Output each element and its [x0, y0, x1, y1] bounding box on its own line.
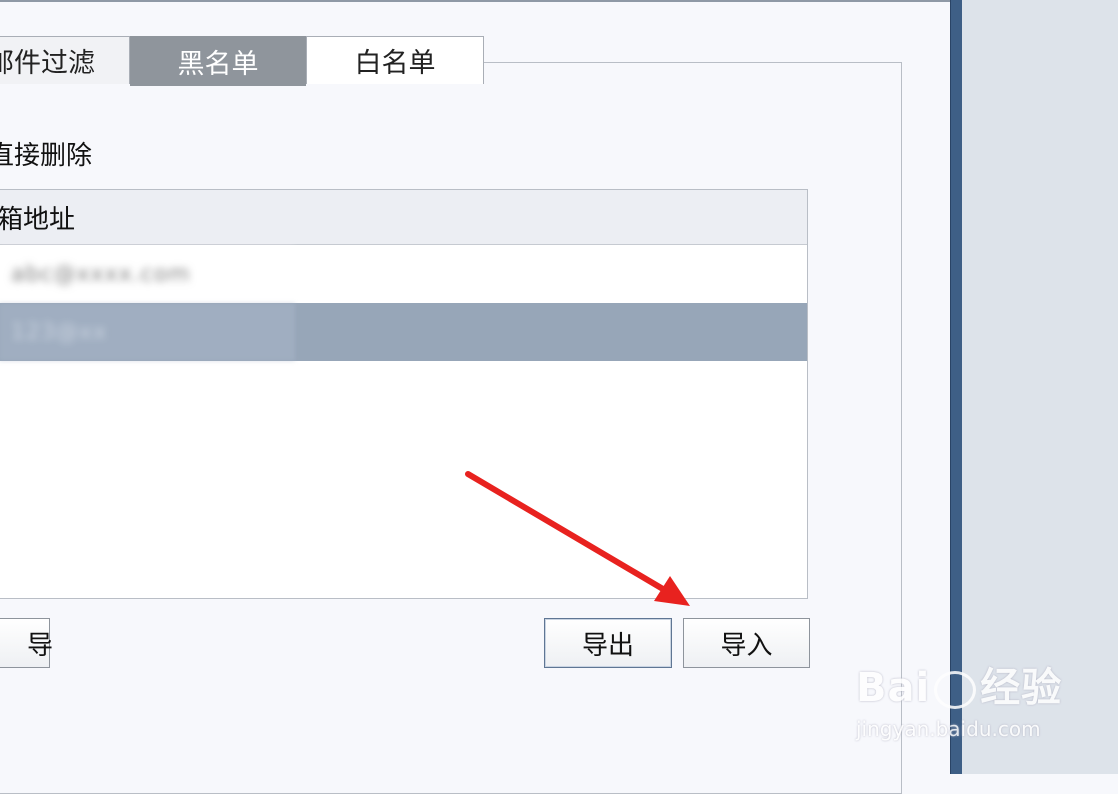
tab-blacklist-label: 黑名单	[177, 49, 259, 80]
export-button[interactable]: 导出	[544, 618, 672, 668]
tab-whitelist-label: 白名单	[354, 48, 436, 79]
tab-whitelist[interactable]: 白名单	[306, 36, 484, 84]
tab-blacklist[interactable]: 黑名单	[130, 36, 306, 86]
top-border	[0, 0, 952, 2]
import-button-label: 导入	[720, 630, 773, 661]
import-button[interactable]: 导入	[683, 618, 810, 668]
baidu-watermark: Bai 经验 jingyan.baidu.com	[856, 655, 1062, 741]
list-item[interactable]: abc@xxxx.com	[0, 245, 807, 303]
watermark-brand-text: Bai	[856, 665, 931, 711]
partial-left-button-label: 导	[26, 630, 53, 661]
tab-mail-filter[interactable]: 邮件过滤	[0, 36, 130, 84]
watermark-brand-suffix: 经验	[980, 665, 1063, 711]
watermark-url: jingyan.baidu.com	[856, 717, 1041, 741]
list-item-selected[interactable]: 123@xx	[0, 303, 807, 361]
email-list[interactable]: 邮箱地址 abc@xxxx.com 123@xx	[0, 189, 808, 599]
redaction-blur	[0, 303, 295, 361]
partial-left-button[interactable]: 导	[0, 618, 53, 668]
watermark-du-icon	[934, 671, 977, 709]
column-header-email: 邮箱地址	[0, 204, 76, 235]
list-header: 邮箱地址	[0, 190, 807, 245]
watermark-brand: Bai 经验	[856, 655, 1062, 713]
redaction-blur	[0, 245, 295, 303]
blacklist-description: 直接删除	[0, 141, 93, 171]
tab-mail-filter-label: 邮件过滤	[0, 48, 95, 79]
export-button-label: 导出	[581, 630, 634, 661]
